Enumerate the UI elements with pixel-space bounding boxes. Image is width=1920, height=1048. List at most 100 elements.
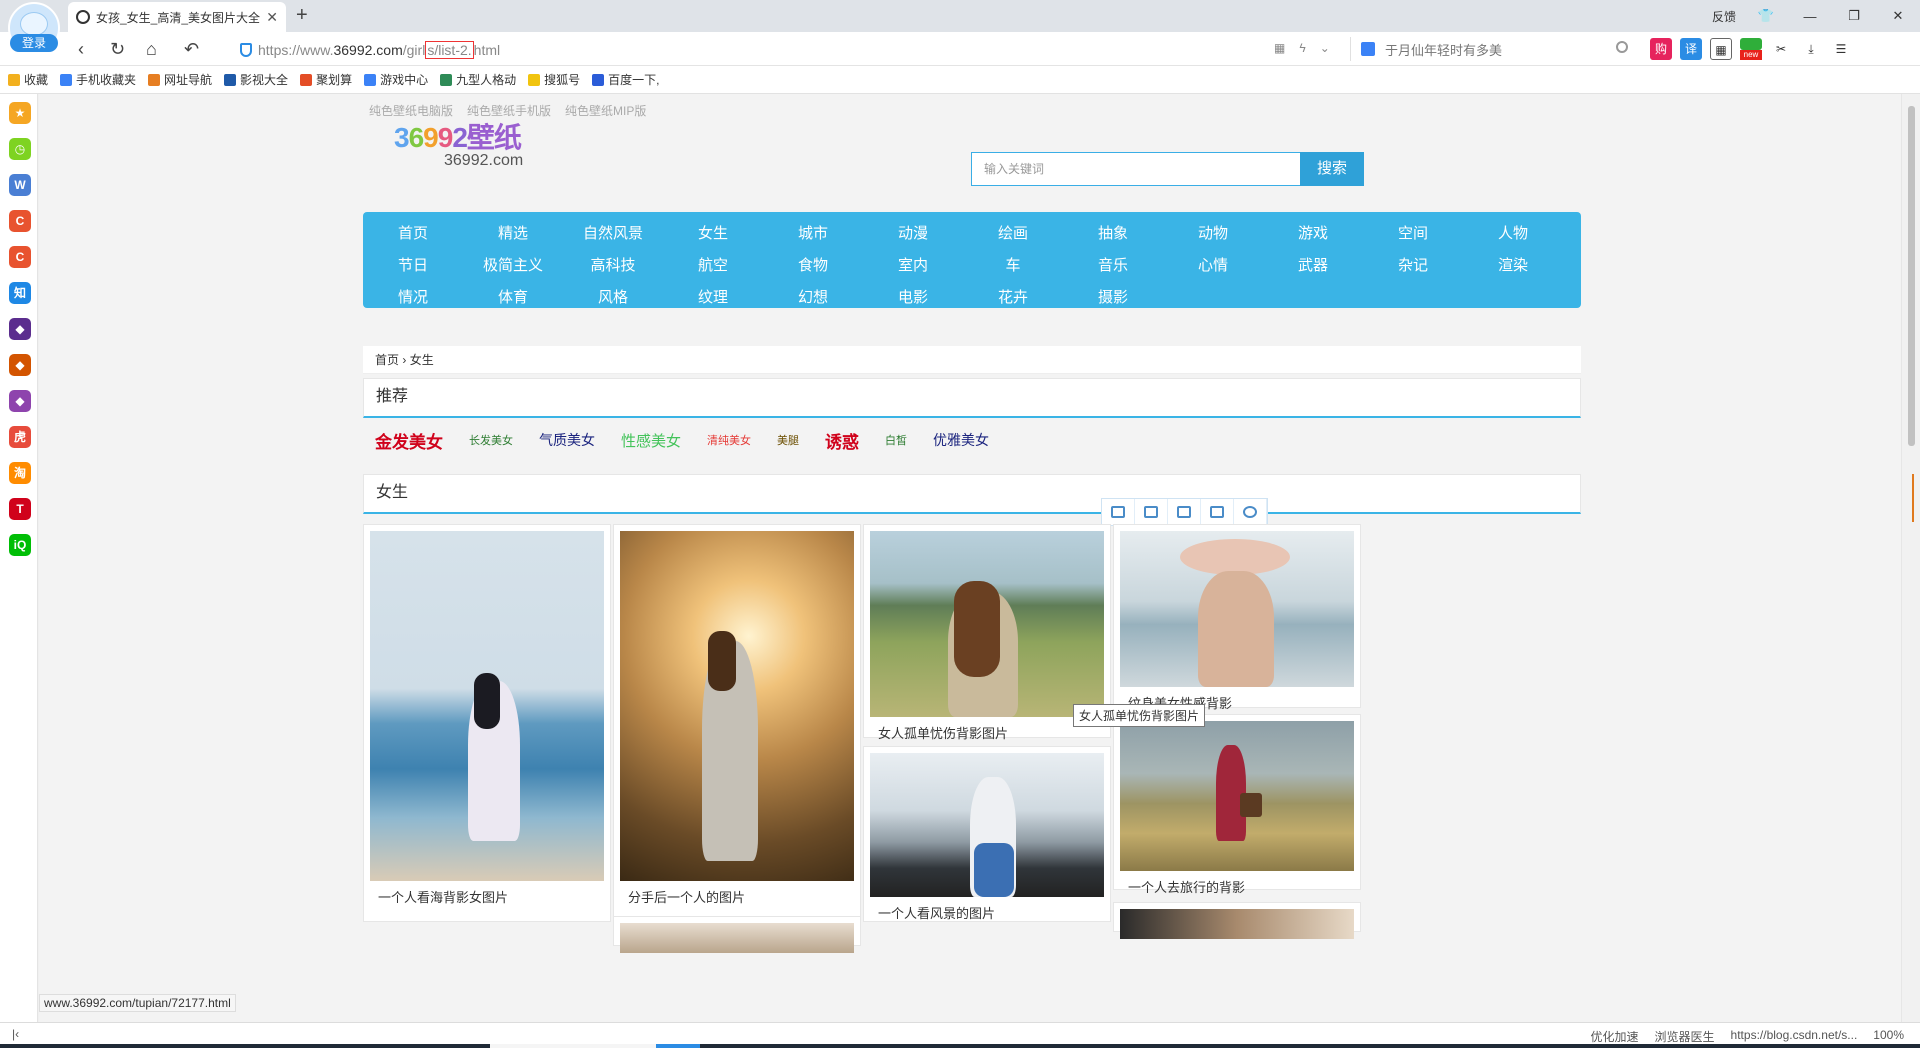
nav-item[interactable]: 城市 bbox=[763, 222, 863, 243]
c-app-icon[interactable]: C bbox=[9, 210, 31, 232]
minimize-button[interactable]: — bbox=[1788, 9, 1832, 24]
nav-item[interactable]: 精选 bbox=[463, 222, 563, 243]
back-icon[interactable]: ‹ bbox=[78, 39, 84, 60]
nav-item[interactable]: 女生 bbox=[663, 222, 763, 243]
nav-item[interactable]: 绘画 bbox=[963, 222, 1063, 243]
photo-field[interactable] bbox=[620, 531, 854, 881]
game-icon-2[interactable]: ◆ bbox=[9, 354, 31, 376]
zoom-level[interactable]: 100% bbox=[1873, 1028, 1904, 1045]
photo-partial[interactable] bbox=[620, 923, 854, 953]
wechat-icon[interactable]: new bbox=[1740, 38, 1762, 60]
bookmark-item[interactable]: 百度一下, bbox=[592, 71, 659, 88]
site-search-input[interactable]: 输入关键词 bbox=[971, 152, 1301, 186]
recommend-tag[interactable]: 气质美女 bbox=[539, 430, 595, 450]
image-card[interactable]: 一个人去旅行的背影 bbox=[1113, 714, 1361, 895]
copy-image-icon[interactable] bbox=[1168, 499, 1201, 525]
image-gallery-icon[interactable] bbox=[1201, 499, 1234, 525]
recommend-tag[interactable]: 性感美女 bbox=[621, 430, 681, 451]
nav-item[interactable]: 纹理 bbox=[663, 286, 763, 307]
refresh-icon[interactable]: ↻ bbox=[110, 39, 125, 60]
card-caption[interactable]: 分手后一个人的图片 bbox=[620, 881, 854, 912]
nav-item[interactable]: 车 bbox=[963, 254, 1063, 275]
nav-item[interactable]: 体育 bbox=[463, 286, 563, 307]
login-button[interactable]: 登录 bbox=[10, 34, 58, 52]
nav-item[interactable]: 花卉 bbox=[963, 286, 1063, 307]
browser-tab[interactable]: 女孩_女生_高清_美女图片大全 ✕ bbox=[68, 2, 286, 32]
recommend-tag[interactable]: 清纯美女 bbox=[707, 432, 751, 448]
close-tab-icon[interactable]: ✕ bbox=[266, 9, 278, 26]
nav-item[interactable]: 杂记 bbox=[1363, 254, 1463, 275]
home-icon[interactable]: ⌂ bbox=[146, 39, 157, 60]
undo-icon[interactable]: ↶ bbox=[184, 39, 199, 60]
star-icon[interactable]: ★ bbox=[9, 102, 31, 124]
search-icon[interactable] bbox=[1616, 41, 1628, 53]
nav-item[interactable]: 渲染 bbox=[1463, 254, 1563, 275]
optimize-speed-item[interactable]: 优化加速 bbox=[1591, 1028, 1639, 1045]
nav-item[interactable]: 音乐 bbox=[1063, 254, 1163, 275]
url-field[interactable]: https://www. 36992.com /girl s/list-2. h… bbox=[240, 39, 500, 61]
image-card[interactable] bbox=[1113, 902, 1361, 939]
nav-item[interactable]: 人物 bbox=[1463, 222, 1563, 243]
image-card[interactable]: 分手后一个人的图片 bbox=[613, 524, 861, 922]
nav-item[interactable]: 游戏 bbox=[1263, 222, 1363, 243]
nav-item[interactable]: 幻想 bbox=[763, 286, 863, 307]
lightning-icon[interactable]: ϟ bbox=[1299, 41, 1305, 55]
chevron-down-icon[interactable]: ⌄ bbox=[1320, 41, 1330, 55]
word-doc-icon[interactable]: W bbox=[9, 174, 31, 196]
card-caption[interactable]: 一个人去旅行的背影 bbox=[1120, 871, 1354, 902]
zhihu-icon[interactable]: 知 bbox=[9, 282, 31, 304]
photo-grass[interactable] bbox=[870, 531, 1104, 717]
translate-icon[interactable]: 译 bbox=[1680, 38, 1702, 60]
game-icon-3[interactable]: ◆ bbox=[9, 390, 31, 412]
top-link[interactable]: 纯色壁纸MIP版 bbox=[565, 102, 646, 119]
feedback-link[interactable]: 反馈 bbox=[1704, 8, 1744, 25]
restore-button[interactable]: ❐ bbox=[1832, 8, 1876, 24]
page-scrollbar[interactable] bbox=[1901, 94, 1920, 1022]
nav-item[interactable]: 自然风景 bbox=[563, 222, 663, 243]
clock-icon[interactable]: ◷ bbox=[9, 138, 31, 160]
image-card[interactable]: 纹身美女性感背影 bbox=[1113, 524, 1361, 711]
scissors-icon[interactable]: ✂ bbox=[1770, 38, 1792, 60]
scrollbar-thumb[interactable] bbox=[1908, 106, 1915, 446]
bookmark-item[interactable]: 聚划算 bbox=[300, 71, 352, 88]
bookmark-item[interactable]: 影视大全 bbox=[224, 71, 288, 88]
card-caption[interactable]: 女人孤单忧伤背影图片 bbox=[870, 717, 1104, 748]
new-tab-button[interactable]: + bbox=[296, 4, 308, 27]
nav-item[interactable]: 节日 bbox=[363, 254, 463, 275]
site-search-button[interactable]: 搜索 bbox=[1300, 152, 1364, 186]
photo-road[interactable] bbox=[1120, 721, 1354, 871]
nav-item[interactable]: 食物 bbox=[763, 254, 863, 275]
image-card[interactable]: 一个人看风景的图片 bbox=[863, 746, 1111, 922]
menu-icon[interactable]: ☰ bbox=[1830, 38, 1852, 60]
recommend-tag[interactable]: 金发美女 bbox=[375, 428, 443, 453]
nav-item[interactable]: 电影 bbox=[863, 286, 963, 307]
recommend-tag[interactable]: 长发美女 bbox=[469, 432, 513, 448]
bookmark-item[interactable]: 收藏 bbox=[8, 71, 48, 88]
image-search-icon[interactable] bbox=[1102, 499, 1135, 525]
bookmark-item[interactable]: 手机收藏夹 bbox=[60, 71, 136, 88]
nav-item[interactable]: 心情 bbox=[1163, 254, 1263, 275]
c-app-icon-2[interactable]: C bbox=[9, 246, 31, 268]
save-image-icon[interactable] bbox=[1135, 499, 1168, 525]
photo-hat[interactable] bbox=[1120, 531, 1354, 687]
bookmark-item[interactable]: 搜狐号 bbox=[528, 71, 580, 88]
huya-icon[interactable]: 虎 bbox=[9, 426, 31, 448]
card-caption[interactable]: 一个人看海背影女图片 bbox=[370, 881, 604, 912]
nav-item[interactable]: 情况 bbox=[363, 286, 463, 307]
nav-item[interactable]: 风格 bbox=[563, 286, 663, 307]
nav-item[interactable]: 空间 bbox=[1363, 222, 1463, 243]
bookmark-item[interactable]: 九型人格动 bbox=[440, 71, 516, 88]
image-card[interactable] bbox=[613, 916, 861, 953]
browser-search-input[interactable]: 于月仙年轻时有多美 bbox=[1350, 37, 1632, 61]
image-settings-icon[interactable] bbox=[1234, 499, 1267, 525]
tmall-icon[interactable]: T bbox=[9, 498, 31, 520]
site-logo[interactable]: 36992壁纸 36992.com bbox=[394, 116, 523, 170]
recommend-tag[interactable]: 诱惑 bbox=[825, 428, 859, 453]
image-card[interactable]: 一个人看海背影女图片 bbox=[363, 524, 611, 922]
nav-item[interactable]: 武器 bbox=[1263, 254, 1363, 275]
bookmark-item[interactable]: 网址导航 bbox=[148, 71, 212, 88]
shopping-icon[interactable]: 购 bbox=[1650, 38, 1672, 60]
nav-item[interactable]: 室内 bbox=[863, 254, 963, 275]
nav-item[interactable]: 动漫 bbox=[863, 222, 963, 243]
breadcrumb-current[interactable]: 女生 bbox=[410, 353, 434, 367]
